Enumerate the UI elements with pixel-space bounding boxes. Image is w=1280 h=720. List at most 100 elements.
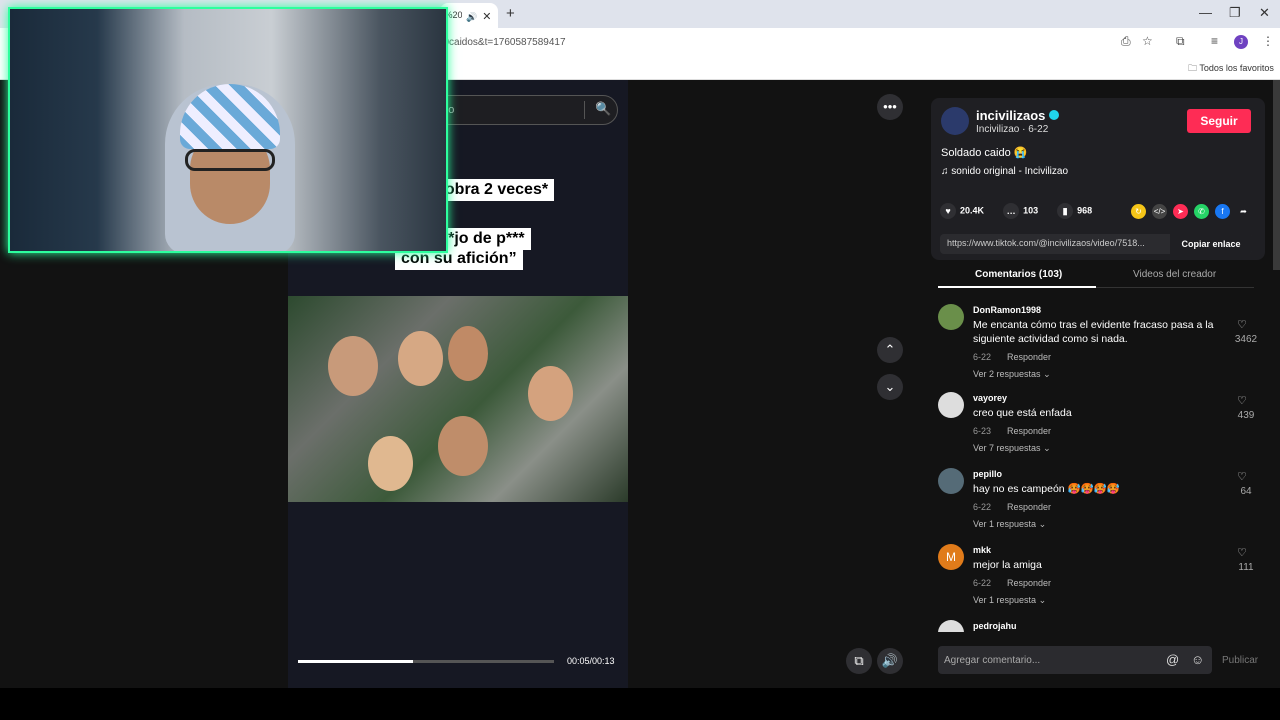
pip-button[interactable]: ⧉ <box>846 648 872 674</box>
like-comment-icon[interactable]: ♡ <box>1237 470 1247 483</box>
comment-like-count: 3462 <box>1234 334 1258 345</box>
new-tab-button[interactable]: + <box>506 5 515 22</box>
reply-button[interactable]: Responder <box>1007 502 1051 512</box>
comment-item: DonRamon1998 Me encanta cómo tras el evi… <box>918 296 1280 379</box>
bookmarks-label: Todos los favoritos <box>1199 63 1274 73</box>
bookmark-icon[interactable]: ▮ <box>1057 203 1074 219</box>
reply-button[interactable]: Responder <box>1007 426 1051 436</box>
commenter-avatar[interactable] <box>938 620 964 632</box>
like-comment-icon[interactable]: ♡ <box>1237 318 1247 331</box>
view-replies-button[interactable]: Ver 2 respuestas ⌄ <box>973 369 1051 380</box>
minimize-icon[interactable]: — <box>1199 5 1212 20</box>
previous-video-button[interactable]: ⌃ <box>877 337 903 363</box>
search-divider <box>584 101 585 119</box>
commenter-avatar[interactable] <box>938 392 964 418</box>
music-note-icon: ♫ <box>941 166 952 177</box>
like-count: 20.4K <box>960 205 985 216</box>
post-description: Soldado caido 😭 <box>941 147 1028 159</box>
commenter-avatar[interactable] <box>938 304 964 330</box>
sidebar-tabs: Comentarios (103) Videos del creador <box>938 262 1254 288</box>
video-frame[interactable] <box>288 296 628 502</box>
scrollbar[interactable] <box>1273 80 1280 270</box>
commenter-name[interactable]: pepillo <box>973 469 1002 479</box>
browser-tab[interactable]: s%20caidos🔊✕ <box>440 3 498 28</box>
more-options-button[interactable]: ••• <box>877 94 903 120</box>
view-replies-button[interactable]: Ver 7 respuestas ⌄ <box>973 443 1051 454</box>
creator-avatar[interactable] <box>941 107 969 135</box>
view-replies-button[interactable]: Ver 1 respuesta ⌄ <box>973 595 1046 606</box>
search-icon[interactable]: 🔍 <box>595 101 611 117</box>
comment-item: pedrojahu <box>918 612 1280 632</box>
sound-link[interactable]: ♫ sonido original - Incivilizao <box>941 166 1068 177</box>
media-icon[interactable]: ≡ <box>1211 34 1218 48</box>
repost-icon[interactable]: ↻ <box>1131 204 1146 220</box>
commenter-name[interactable]: DonRamon1998 <box>973 305 1041 315</box>
creator-name[interactable]: incivilizaos <box>976 108 1060 123</box>
close-window-icon[interactable]: ✕ <box>1259 5 1270 21</box>
reply-button[interactable]: Responder <box>1007 578 1051 588</box>
send-icon[interactable]: ➤ <box>1173 204 1188 220</box>
engagement-stats: ♥ 20.4K … 103 ▮ 968 <box>940 203 1092 219</box>
close-tab-icon[interactable]: ✕ <box>482 11 491 23</box>
share-link-text: https://www.tiktok.com/@incivilizaos/vid… <box>947 238 1145 248</box>
comment-text: creo que está enfada <box>973 407 1072 419</box>
profile-avatar[interactable]: J <box>1234 35 1248 49</box>
comment-input[interactable]: Agregar comentario... @ ☺ <box>938 646 1212 674</box>
comment-placeholder: Agregar comentario... <box>944 655 1041 666</box>
save-count: 968 <box>1077 205 1093 216</box>
like-comment-icon[interactable]: ♡ <box>1237 394 1247 407</box>
comment-list: DonRamon1998 Me encanta cómo tras el evi… <box>918 296 1280 632</box>
comment-date: 6-22 <box>973 578 992 588</box>
active-tab-indicator <box>938 286 1096 288</box>
share-icons: ↻ </> ➤ ✆ f ➦ <box>1131 203 1257 221</box>
comment-date: 6-23 <box>973 426 992 436</box>
video-caption-1: cobra 2 veces* <box>430 179 555 201</box>
comment-count: 103 <box>1023 205 1039 216</box>
view-replies-button[interactable]: Ver 1 respuesta ⌄ <box>973 519 1046 530</box>
commenter-avatar[interactable] <box>938 468 964 494</box>
commenter-avatar[interactable]: M <box>938 544 964 570</box>
whatsapp-icon[interactable]: ✆ <box>1194 204 1209 220</box>
glasses <box>185 149 275 171</box>
commenter-name[interactable]: vayorey <box>973 393 1007 403</box>
share-link-field[interactable]: https://www.tiktok.com/@incivilizaos/vid… <box>940 234 1252 254</box>
restore-icon[interactable]: ❐ <box>1229 5 1241 21</box>
share-arrow-icon[interactable]: ➦ <box>1236 204 1251 219</box>
install-icon[interactable]: ⎙ <box>1121 34 1131 49</box>
extensions-icon[interactable]: ⧉ <box>1176 34 1185 49</box>
star-icon[interactable]: ☆ <box>1142 34 1153 48</box>
like-comment-icon[interactable]: ♡ <box>1237 546 1247 559</box>
emoji-icon[interactable]: ☺ <box>1191 652 1204 667</box>
comment-text: mejor la amiga <box>973 559 1042 571</box>
reply-button[interactable]: Responder <box>1007 352 1051 362</box>
chevron-down-icon: ⌄ <box>1043 443 1051 453</box>
comment-icon[interactable]: … <box>1003 203 1020 219</box>
comment-date: 6-22 <box>973 502 992 512</box>
video-progress-bar[interactable] <box>298 660 554 663</box>
heart-icon[interactable]: ♥ <box>940 203 956 219</box>
follow-button[interactable]: Seguir <box>1187 109 1251 133</box>
volume-button[interactable]: 🔊 <box>877 648 903 674</box>
chevron-down-icon: ⌄ <box>1038 519 1047 529</box>
progress-fill <box>298 660 414 663</box>
screen: s%20caidos🔊✕ + — ❐ ✕ s%20caidos&t=176058… <box>0 0 1280 720</box>
tab-comments[interactable]: Comentarios (103) <box>975 269 1062 280</box>
mention-icon[interactable]: @ <box>1166 652 1179 667</box>
folder-icon: 🗀 <box>1188 63 1200 73</box>
chevron-down-icon: ⌄ <box>1038 595 1047 605</box>
embed-icon[interactable]: </> <box>1152 204 1167 220</box>
speaker-icon[interactable]: 🔊 <box>466 12 477 22</box>
comment-like-count: 439 <box>1237 410 1255 421</box>
menu-icon[interactable]: ⋮ <box>1262 34 1274 48</box>
all-bookmarks[interactable]: 🗀 Todos los favoritos <box>1188 61 1274 77</box>
next-video-button[interactable]: ⌄ <box>877 374 903 400</box>
creator-subline: Incivilizao · 6-22 <box>976 124 1049 135</box>
tab-creator-videos[interactable]: Videos del creador <box>1133 269 1216 280</box>
publish-button[interactable]: Publicar <box>1222 655 1258 666</box>
commenter-name[interactable]: pedrojahu <box>973 621 1017 631</box>
copy-link-button[interactable]: Copiar enlace <box>1170 234 1252 254</box>
comment-like-count: 64 <box>1240 486 1252 497</box>
commenter-name[interactable]: mkk <box>973 545 991 555</box>
comment-item: vayorey creo que está enfada 6-23 Respon… <box>918 384 1280 464</box>
facebook-icon[interactable]: f <box>1215 204 1230 220</box>
